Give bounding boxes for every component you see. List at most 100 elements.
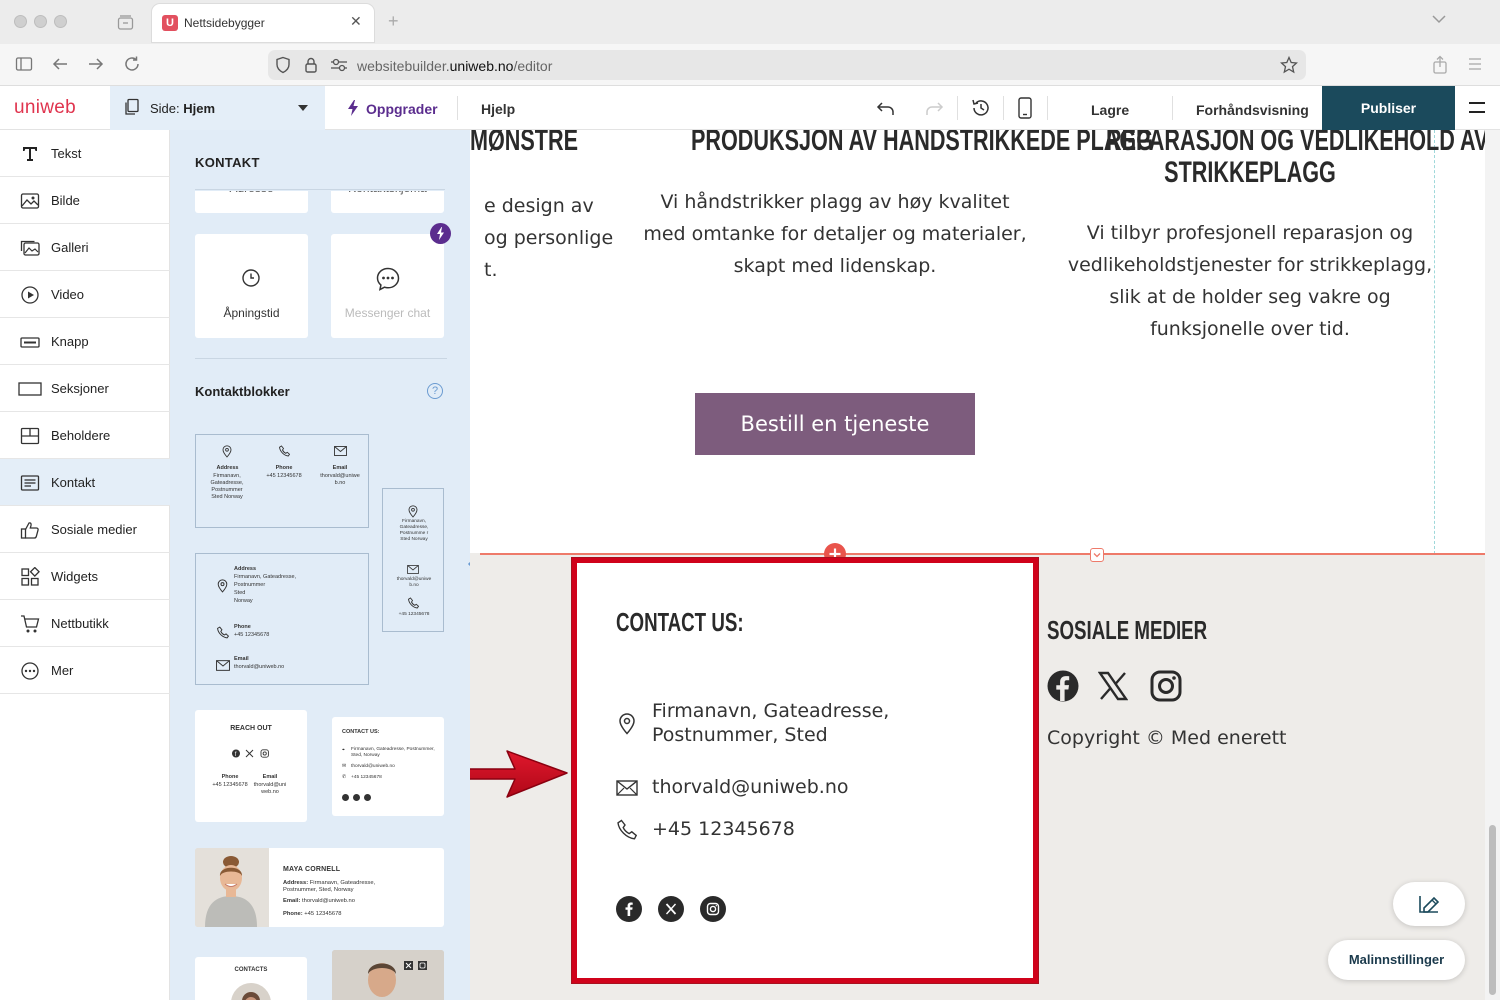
instagram-icon[interactable]: [1150, 670, 1182, 702]
site-permissions-icon[interactable]: [330, 58, 348, 72]
sidebar-item-widgets[interactable]: Widgets: [0, 553, 170, 600]
contact-block-template-5[interactable]: CONTACT US: ⌖ Firmanavn, Gateadresse, Po…: [332, 717, 444, 816]
service-2-title-wrap: PRODUKSJON AV HÅNDSTRIKKEDE PLAGG: [635, 130, 1153, 158]
zoom-window-button[interactable]: [54, 15, 67, 28]
uniweb-logo[interactable]: uniweb: [14, 97, 76, 119]
url-field[interactable]: websitebuilder.uniweb.no/editor: [268, 50, 1306, 80]
share-icon[interactable]: [1432, 55, 1448, 75]
red-arrow-annotation: [470, 745, 575, 805]
history-icon[interactable]: [970, 97, 992, 119]
page-dropdown-icon: [298, 105, 308, 111]
sidebar-item-sections[interactable]: Seksjoner: [0, 365, 170, 412]
help-icon[interactable]: ?: [427, 383, 443, 399]
contact-block-template-3[interactable]: Firmanavn, Gateadresse, Postnumme r Sted…: [382, 488, 444, 632]
sidebar-toggle-icon[interactable]: [15, 55, 35, 75]
opening-hours-element-card[interactable]: Åpningstid: [195, 234, 308, 338]
person-photo-image: [195, 848, 269, 927]
contact-block-template-8[interactable]: [332, 950, 444, 1000]
contact-block-template-7[interactable]: CONTACTS: [195, 957, 307, 1000]
browser-menu-icon[interactable]: [1467, 56, 1483, 72]
browser-tab[interactable]: U Nettsidebygger ✕: [152, 4, 374, 42]
contact-block-highlighted[interactable]: CONTACT US: Firmanavn, Gateadresse, Post…: [572, 558, 1038, 983]
sidebar-item-video[interactable]: Video: [0, 271, 170, 318]
hamburger-menu-icon[interactable]: [1468, 100, 1486, 116]
tab-overview-icon[interactable]: [117, 14, 134, 30]
forward-icon[interactable]: [87, 55, 107, 75]
toolbar-divider: [1003, 96, 1004, 120]
service-2-text[interactable]: Vi håndstrikker plagg av høy kvalitet me…: [635, 186, 1035, 282]
service-3-title-line1[interactable]: REPARASJON OG VEDLIKEHOLD AV: [1106, 130, 1485, 158]
sidebar-item-containers[interactable]: Beholdere: [0, 412, 170, 459]
messenger-chat-element-card[interactable]: Messenger chat: [331, 234, 444, 338]
sidebar-item-social-media[interactable]: Sosiale medier: [0, 506, 170, 553]
more-icon: [20, 661, 40, 681]
sidebar-item-label: Widgets: [51, 569, 98, 584]
sections-icon: [18, 379, 42, 399]
minimize-window-button[interactable]: [34, 15, 47, 28]
service-2-title[interactable]: PRODUKSJON AV HÅNDSTRIKKEDE PLAGG: [691, 130, 1153, 158]
service-1-title[interactable]: MØNSTRE: [470, 130, 578, 158]
preview-button[interactable]: Forhåndsvisning: [1196, 102, 1309, 118]
tab-close-icon[interactable]: ✕: [350, 13, 362, 30]
contact-email[interactable]: thorvald@uniweb.no: [652, 776, 849, 798]
social-icons-row: f: [231, 749, 271, 758]
tab-list-chevron-icon[interactable]: [1432, 14, 1446, 24]
sidebar-item-label: Video: [51, 287, 85, 302]
sidebar-item-gallery[interactable]: Galleri: [0, 224, 170, 271]
service-1-text[interactable]: e design av og personlige t.: [484, 190, 613, 286]
contact-block-template-2[interactable]: Address Firmanavn, Gateadresse, Postnumm…: [195, 553, 369, 685]
close-window-button[interactable]: [14, 15, 27, 28]
sidebar-item-label: Tekst: [51, 146, 82, 161]
copyright-text[interactable]: Copyright © Med enerett: [1047, 727, 1287, 749]
facebook-icon[interactable]: [616, 896, 642, 922]
phone-icon: [217, 626, 229, 639]
social-media-title[interactable]: SOSIALE MEDIER: [1047, 615, 1207, 646]
video-icon: [20, 285, 40, 305]
upgrade-button[interactable]: Oppgrader: [366, 101, 438, 117]
sidebar-item-label: Bilde: [51, 193, 80, 208]
sidebar-item-webshop[interactable]: Nettbutikk: [0, 600, 170, 647]
back-icon[interactable]: [51, 55, 71, 75]
undo-icon[interactable]: [876, 98, 896, 118]
phone-icon: [279, 445, 290, 457]
contact-block-template-1[interactable]: Address Firmanavn, Gateadresse, Postnumm…: [195, 434, 369, 528]
instagram-icon[interactable]: [700, 896, 726, 922]
section-options-chevron-icon[interactable]: [1090, 548, 1104, 562]
x-twitter-icon[interactable]: [658, 896, 684, 922]
contact-block-template-6[interactable]: MAYA CORNELL Address: Firmanavn, Gateadr…: [195, 848, 444, 927]
new-tab-icon[interactable]: +: [388, 11, 399, 32]
scrollbar-thumb[interactable]: [1489, 825, 1496, 995]
sidebar-item-contact[interactable]: Kontakt: [0, 459, 170, 506]
publish-button[interactable]: Publiser: [1322, 86, 1455, 130]
save-button[interactable]: Lagre: [1091, 102, 1129, 118]
design-settings-button[interactable]: [1393, 882, 1465, 926]
sidebar-item-label: Knapp: [51, 334, 89, 349]
sidebar-item-text[interactable]: Tekst: [0, 130, 170, 177]
page-selector[interactable]: Side: Hjem: [110, 86, 325, 130]
canvas-scrollbar[interactable]: [1485, 130, 1500, 1000]
service-3-text[interactable]: Vi tilbyr profesjonell reparasjon og ved…: [1050, 217, 1450, 345]
contact-address[interactable]: Firmanavn, Gateadresse, Postnummer, Sted: [652, 699, 889, 747]
shield-icon[interactable]: [275, 56, 291, 74]
service-3-title-line2[interactable]: STRIKKEPLAGG: [1106, 156, 1394, 190]
sidebar-item-button[interactable]: Knapp: [0, 318, 170, 365]
facebook-icon[interactable]: [1047, 670, 1079, 702]
reload-icon[interactable]: [123, 55, 143, 75]
element-sidebar: Tekst Bilde Galleri Video Knapp Seksjone…: [0, 130, 170, 1000]
x-twitter-icon[interactable]: [1098, 671, 1128, 701]
help-button[interactable]: Hjelp: [481, 101, 515, 117]
contact-title[interactable]: CONTACT US:: [616, 607, 744, 638]
instagram-dot-icon: [364, 794, 371, 801]
lock-icon[interactable]: [304, 56, 318, 74]
sidebar-item-more[interactable]: Mer: [0, 647, 170, 694]
contact-block-template-4[interactable]: REACH OUT f Phone +45 12345678 Email tho…: [195, 710, 307, 822]
bookmark-star-icon[interactable]: [1280, 56, 1298, 74]
template-settings-button[interactable]: Malinnstillinger: [1328, 940, 1465, 980]
redo-icon[interactable]: [924, 98, 944, 118]
sidebar-item-image[interactable]: Bilde: [0, 177, 170, 224]
sidebar-item-label: Galleri: [51, 240, 89, 255]
contact-phone[interactable]: +45 12345678: [652, 818, 795, 840]
order-service-button[interactable]: Bestill en tjeneste: [695, 393, 975, 455]
mobile-preview-icon[interactable]: [1018, 97, 1032, 119]
editor-toolbar: uniweb Side: Hjem Oppgrader Hjelp Lagre …: [0, 86, 1500, 130]
